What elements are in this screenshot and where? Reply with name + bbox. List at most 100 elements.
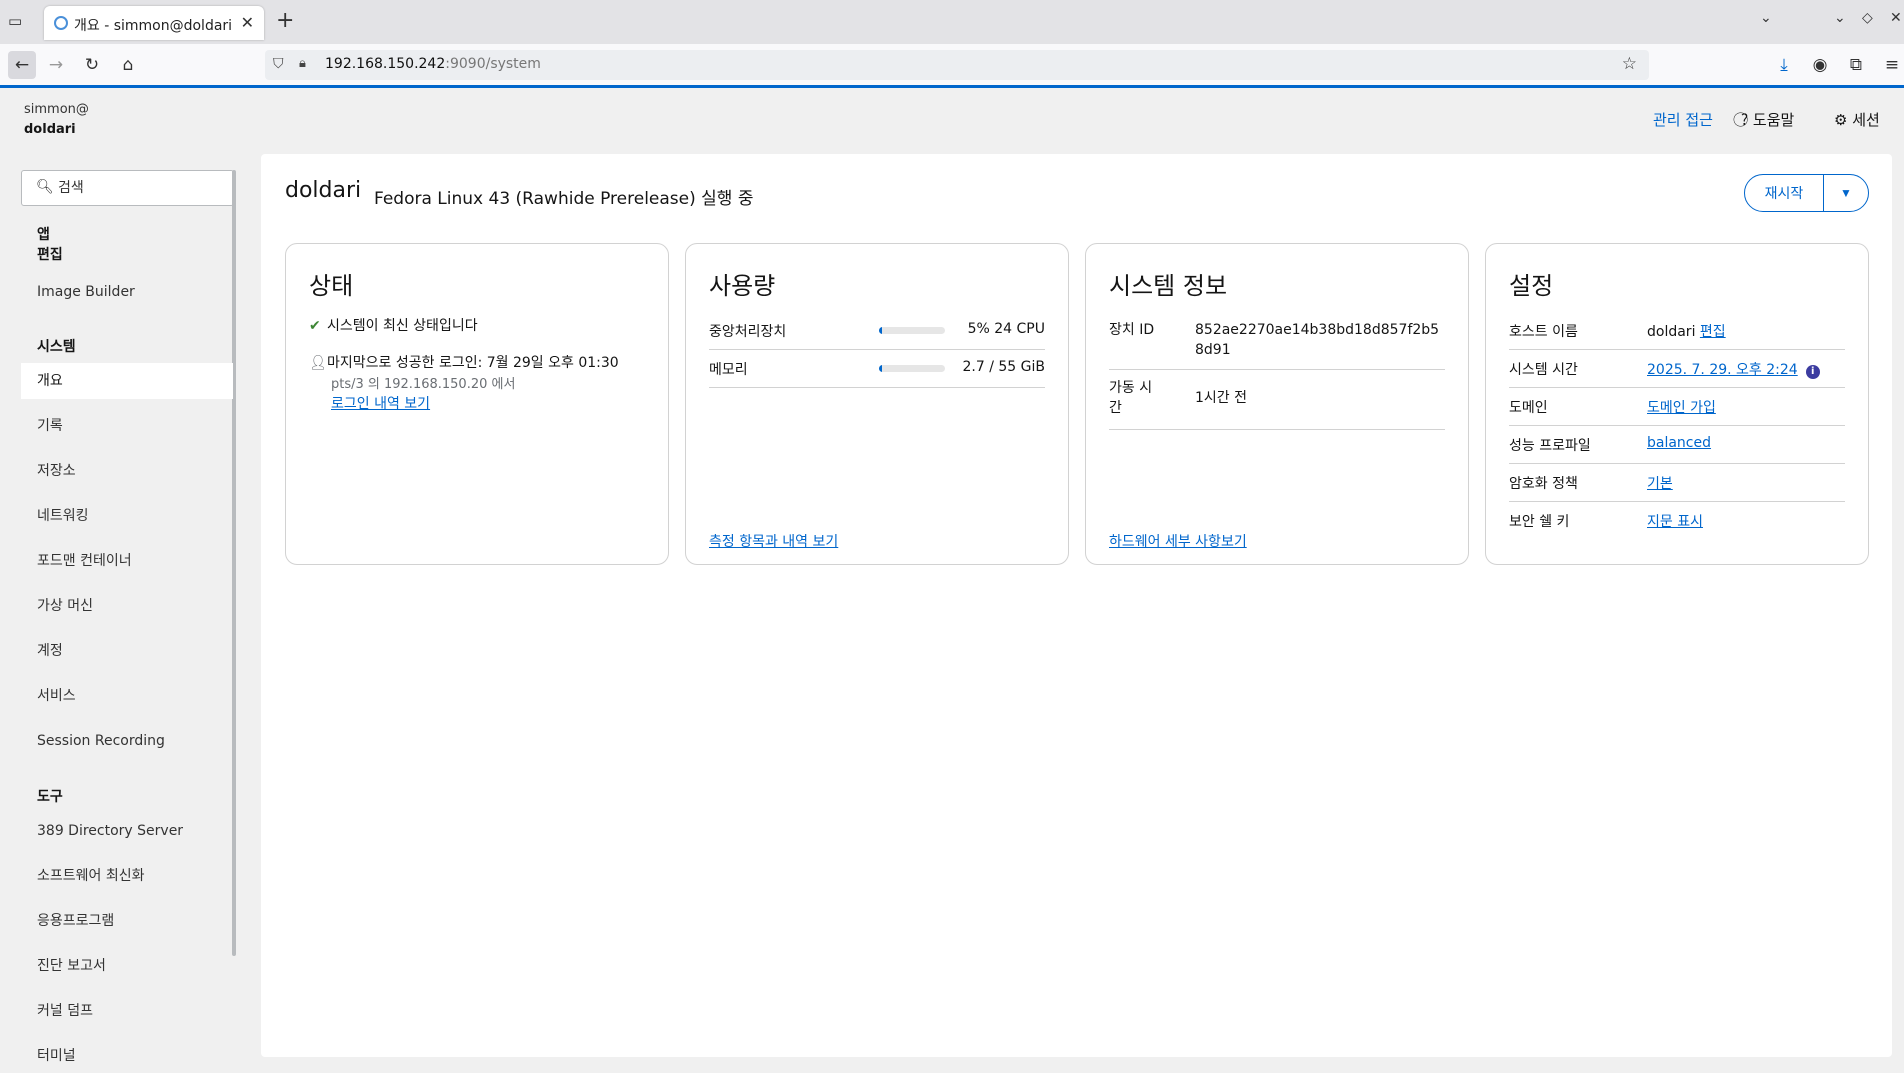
url-text[interactable]: 192.168.150.242:9090/system (325, 56, 541, 72)
memory-progress-bar (879, 365, 945, 372)
cpu-label: 중앙처리장치 (709, 324, 787, 340)
search-input[interactable] (58, 177, 228, 199)
login-history-link[interactable]: 로그인 내역 보기 (331, 393, 430, 413)
system-info-card: 시스템 정보 장치 ID 852ae2270ae14b38bd18d857f2b… (1085, 243, 1469, 565)
crypto-policy-link[interactable]: 기본 (1647, 476, 1673, 492)
account-icon[interactable]: ◉ (1808, 53, 1832, 77)
status-card: 상태 ✔ 시스템이 최신 상태입니다 👤︎마지막으로 성공한 로그인: 7월 29… (285, 243, 669, 565)
cpu-progress-fill (879, 327, 883, 334)
sidebar-item-storage[interactable]: 저장소 (21, 453, 233, 489)
reload-icon[interactable]: ↻ (80, 53, 104, 77)
back-icon[interactable]: ← (8, 51, 36, 79)
config-row-crypto-policy: 암호화 정책 기본 (1509, 464, 1845, 502)
search-icon: 🔍︎ (36, 179, 54, 195)
user-name: simmon@ (24, 102, 89, 117)
host-name: doldari (24, 122, 76, 137)
sidebar-item-diagnostic-reports[interactable]: 진단 보고서 (21, 948, 233, 984)
performance-profile-label: 성능 프로파일 (1509, 438, 1591, 454)
browser-tab[interactable]: 개요 - simmon@doldari ✕ (44, 6, 264, 40)
session-button[interactable]: ⚙ 세션 (1834, 109, 1880, 130)
browser-tab-bar: ▭ 개요 - simmon@doldari ✕ + ⌄ ⌄ ◇ ✕ (0, 0, 1904, 44)
config-row-ssh-keys: 보안 쉘 키 지문 표시 (1509, 502, 1845, 540)
section-heading-apps: 앱 (37, 227, 50, 243)
cpu-progress-bar (879, 327, 945, 334)
sidebar-item-accounts[interactable]: 계정 (21, 633, 233, 669)
caret-down-icon: ▼ (1840, 186, 1852, 200)
system-time-wrap: 2025. 7. 29. 오후 2:24 i (1647, 359, 1820, 379)
domain-label: 도메인 (1509, 400, 1548, 416)
browser-nav-bar: ← → ↻ ⌂ ⛉ 🔒︎ 192.168.150.242:9090/system… (0, 44, 1904, 86)
chevron-down-icon[interactable]: ⌄ (1834, 10, 1846, 26)
sidebar-item-389-directory-server[interactable]: 389 Directory Server (21, 813, 233, 849)
sidebar-item-overview[interactable]: 개요 (21, 363, 233, 399)
sidebar-item-kernel-dump[interactable]: 커널 덤프 (21, 993, 233, 1029)
hostname-edit-link[interactable]: 편집 (1700, 324, 1726, 340)
home-icon[interactable]: ⌂ (116, 53, 140, 77)
favicon-icon (54, 16, 68, 30)
forward-icon[interactable]: → (44, 53, 68, 77)
sidebar-item-logs[interactable]: 기록 (21, 408, 233, 444)
lock-icon[interactable]: 🔒︎ (299, 56, 306, 71)
main-content: doldari Fedora Linux 43 (Rawhide Prerele… (261, 154, 1892, 1057)
tab-title: 개요 - simmon@doldari (74, 18, 233, 34)
join-domain-link[interactable]: 도메인 가입 (1647, 400, 1716, 416)
search-box[interactable]: 🔍︎ (21, 170, 234, 206)
help-button[interactable]: ?⃝ 도움말 (1741, 109, 1794, 130)
edit-apps-link[interactable]: 편집 (37, 244, 63, 264)
sidebar-item-terminal[interactable]: 터미널 (21, 1038, 233, 1073)
system-time-label: 시스템 시간 (1509, 362, 1578, 378)
page-title-hostname: doldari (285, 178, 362, 203)
new-tab-icon[interactable]: + (276, 8, 294, 33)
hostname-value-wrap: doldari 편집 (1647, 321, 1726, 341)
help-icon: ?⃝ (1741, 111, 1749, 129)
memory-label: 메모리 (709, 362, 748, 378)
sidebar-item-virtual-machines[interactable]: 가상 머신 (21, 588, 233, 624)
shield-icon[interactable]: ⛉ (273, 56, 284, 72)
config-row-hostname: 호스트 이름 doldari 편집 (1509, 312, 1845, 350)
memory-value: 2.7 / 55 GiB (962, 359, 1046, 375)
show-fingerprints-link[interactable]: 지문 표시 (1647, 514, 1703, 530)
url-bar[interactable]: ⛉ 🔒︎ 192.168.150.242:9090/system ☆ (265, 50, 1649, 80)
menu-icon[interactable]: ≡ (1880, 53, 1904, 77)
power-options-dropdown[interactable]: ▼ (1823, 174, 1869, 212)
performance-profile-link[interactable]: balanced (1647, 435, 1711, 451)
close-window-icon[interactable]: ✕ (1890, 10, 1902, 26)
status-card-title: 상태 (309, 272, 354, 300)
system-info-card-title: 시스템 정보 (1109, 272, 1228, 300)
extensions-icon[interactable]: ⧉ (1844, 53, 1868, 77)
bookmark-star-icon[interactable]: ☆ (1622, 54, 1637, 74)
hardware-details-link[interactable]: 하드웨어 세부 사항보기 (1109, 531, 1247, 551)
usage-card-title: 사용량 (709, 272, 776, 300)
configuration-card: 설정 호스트 이름 doldari 편집 시스템 시간 2025. 7. 29.… (1485, 243, 1869, 565)
sidebar-item-networking[interactable]: 네트워킹 (21, 498, 233, 534)
list-all-tabs-icon[interactable]: ⌄ (1760, 10, 1772, 26)
sidebar-item-podman[interactable]: 포드맨 컨테이너 (21, 543, 233, 579)
restart-button[interactable]: 재시작 (1744, 174, 1824, 212)
download-icon[interactable]: ⤓ (1772, 53, 1796, 77)
sidebar-item-software-updates[interactable]: 소프트웨어 최신화 (21, 858, 233, 894)
sidebar-item-applications[interactable]: 응용프로그램 (21, 903, 233, 939)
sidebar-item-image-builder[interactable]: Image Builder (21, 274, 233, 310)
system-time-link[interactable]: 2025. 7. 29. 오후 2:24 (1647, 362, 1798, 378)
status-uptodate: ✔ 시스템이 최신 상태입니다 (309, 318, 478, 334)
memory-progress-fill (879, 365, 883, 372)
metrics-history-link[interactable]: 측정 항목과 내역 보기 (709, 531, 838, 551)
status-last-login: 👤︎마지막으로 성공한 로그인: 7월 29일 오후 01:30 (309, 355, 619, 371)
usage-row-cpu: 중앙처리장치 5% 24 CPU (709, 312, 1045, 350)
admin-access-button[interactable]: 관리 접근 (1653, 109, 1713, 130)
page-os-description: Fedora Linux 43 (Rawhide Prerelease) 실행 … (374, 189, 754, 209)
diamond-icon[interactable]: ◇ (1862, 10, 1873, 26)
usage-row-memory: 메모리 2.7 / 55 GiB (709, 350, 1045, 388)
config-row-domain: 도메인 도메인 가입 (1509, 388, 1845, 426)
host-switcher[interactable]: simmon@ doldari (24, 100, 89, 140)
sidebar-item-services[interactable]: 서비스 (21, 678, 233, 714)
info-icon[interactable]: i (1805, 365, 1820, 379)
uptime-label: 가동 시간 (1109, 380, 1153, 416)
section-heading-system: 시스템 (37, 339, 76, 355)
sidebar-item-session-recording[interactable]: Session Recording (21, 723, 233, 759)
status-last-login-from: pts/3 의 192.168.150.20 에서 (331, 377, 516, 392)
crypto-policy-label: 암호화 정책 (1509, 476, 1578, 492)
close-tab-icon[interactable]: ✕ (241, 13, 254, 32)
tab-list-icon[interactable]: ▭ (8, 12, 28, 32)
cpu-value: 5% 24 CPU (967, 321, 1045, 337)
